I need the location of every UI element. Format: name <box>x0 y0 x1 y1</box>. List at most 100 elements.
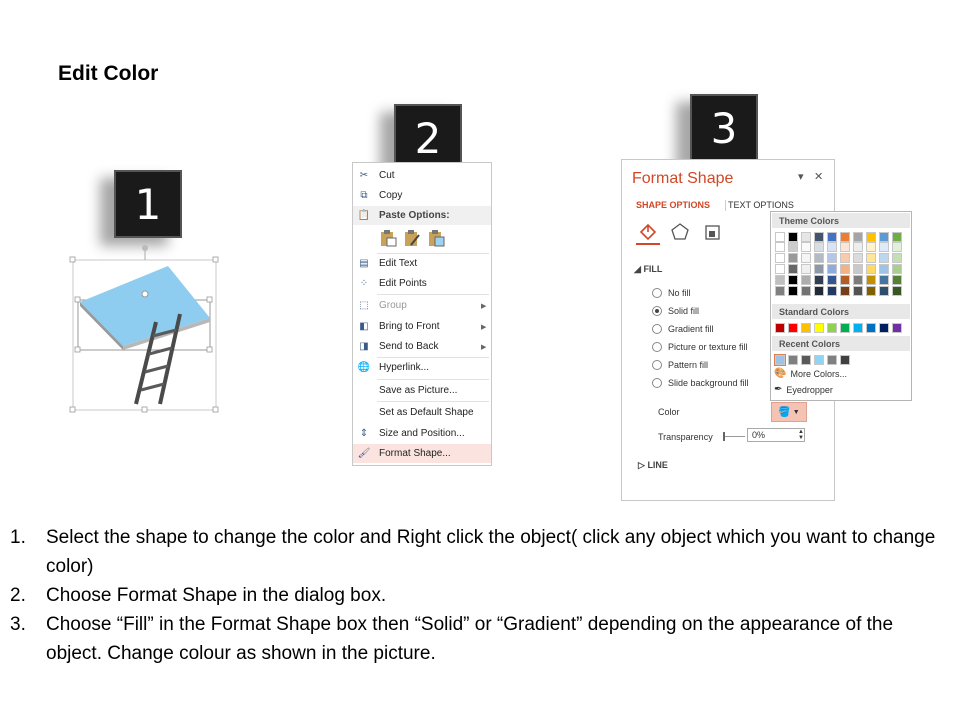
theme-color-swatch[interactable] <box>775 264 785 274</box>
line-section-header[interactable]: ▷ LINE <box>638 460 668 471</box>
theme-color-swatch[interactable] <box>788 264 798 274</box>
menu-item-cut[interactable]: ✂ Cut <box>353 166 491 185</box>
theme-color-swatch[interactable] <box>788 275 798 285</box>
theme-color-swatch[interactable] <box>775 286 785 296</box>
fill-section-header[interactable]: ◢ FILL <box>634 264 662 275</box>
theme-color-swatch[interactable] <box>775 253 785 263</box>
radio-pattern-fill[interactable]: Pattern fill <box>652 358 708 372</box>
recent-color-swatch[interactable] <box>840 355 850 365</box>
theme-color-swatch[interactable] <box>840 275 850 285</box>
theme-color-swatch[interactable] <box>879 275 889 285</box>
theme-color-swatch[interactable] <box>853 275 863 285</box>
theme-color-swatch[interactable] <box>892 242 902 252</box>
theme-color-swatch[interactable] <box>827 232 837 242</box>
theme-color-swatch[interactable] <box>788 242 798 252</box>
theme-color-swatch[interactable] <box>801 232 811 242</box>
theme-color-swatch[interactable] <box>840 232 850 242</box>
theme-color-swatch[interactable] <box>892 264 902 274</box>
fill-color-button[interactable]: 🪣 ▼ <box>771 402 807 422</box>
theme-color-swatch[interactable] <box>879 253 889 263</box>
theme-color-swatch[interactable] <box>866 286 876 296</box>
theme-color-swatch[interactable] <box>814 242 824 252</box>
standard-color-swatch[interactable] <box>827 323 837 333</box>
effects-pentagon-icon[interactable] <box>670 222 690 242</box>
theme-color-swatch[interactable] <box>853 286 863 296</box>
theme-color-swatch[interactable] <box>853 232 863 242</box>
theme-color-swatch[interactable] <box>866 232 876 242</box>
menu-item-hyperlink[interactable]: 🌐 Hyperlink... <box>353 358 491 377</box>
theme-color-swatch[interactable] <box>801 275 811 285</box>
theme-color-swatch[interactable] <box>827 264 837 274</box>
paste-destination-theme-icon[interactable] <box>403 229 421 247</box>
theme-color-swatch[interactable] <box>879 286 889 296</box>
eyedropper-item[interactable]: ✒ Eyedropper <box>774 384 833 395</box>
theme-color-swatch[interactable] <box>814 275 824 285</box>
recent-color-swatch[interactable] <box>774 354 786 366</box>
theme-color-swatch[interactable] <box>814 286 824 296</box>
theme-color-swatch[interactable] <box>814 264 824 274</box>
blue-shape[interactable] <box>80 266 210 346</box>
radio-picture-texture-fill[interactable]: Picture or texture fill <box>652 340 748 354</box>
tab-text-options[interactable]: TEXT OPTIONS <box>728 200 794 210</box>
theme-color-swatch[interactable] <box>840 264 850 274</box>
standard-color-swatch[interactable] <box>892 323 902 333</box>
transparency-slider-thumb[interactable] <box>723 432 725 441</box>
theme-color-swatch[interactable] <box>840 286 850 296</box>
more-colors-item[interactable]: 🎨 More Colors... <box>774 368 847 379</box>
theme-color-swatch[interactable] <box>827 275 837 285</box>
theme-color-swatch[interactable] <box>866 264 876 274</box>
recent-color-swatch[interactable] <box>788 355 798 365</box>
standard-color-swatch[interactable] <box>879 323 889 333</box>
theme-color-swatch[interactable] <box>814 253 824 263</box>
transparency-slider[interactable] <box>723 436 745 437</box>
theme-color-swatch[interactable] <box>866 253 876 263</box>
theme-color-swatch[interactable] <box>788 232 798 242</box>
standard-color-swatch[interactable] <box>814 323 824 333</box>
transparency-input[interactable]: 0% ▲ ▼ <box>747 428 805 442</box>
theme-color-swatch[interactable] <box>892 253 902 263</box>
theme-color-swatch[interactable] <box>801 253 811 263</box>
theme-color-swatch[interactable] <box>775 242 785 252</box>
theme-color-swatch[interactable] <box>840 242 850 252</box>
theme-color-swatch[interactable] <box>892 275 902 285</box>
menu-item-size-and-position[interactable]: ⇕ Size and Position... <box>353 424 491 443</box>
standard-color-swatch[interactable] <box>788 323 798 333</box>
theme-color-swatch[interactable] <box>892 232 902 242</box>
recent-color-swatch[interactable] <box>801 355 811 365</box>
standard-color-swatch[interactable] <box>775 323 785 333</box>
paste-keep-formatting-icon[interactable] <box>379 229 397 247</box>
standard-color-swatch[interactable] <box>853 323 863 333</box>
standard-color-swatch[interactable] <box>801 323 811 333</box>
menu-item-bring-to-front[interactable]: ◧ Bring to Front ▶ <box>353 317 491 336</box>
theme-color-swatch[interactable] <box>801 242 811 252</box>
standard-color-swatch[interactable] <box>866 323 876 333</box>
tab-shape-options[interactable]: SHAPE OPTIONS <box>636 200 710 210</box>
standard-color-swatch[interactable] <box>840 323 850 333</box>
menu-item-save-as-picture[interactable]: Save as Picture... <box>353 381 491 400</box>
theme-color-swatch[interactable] <box>775 232 785 242</box>
ladder-shape-illustration[interactable] <box>68 242 222 418</box>
theme-color-swatch[interactable] <box>814 232 824 242</box>
recent-color-swatch[interactable] <box>814 355 824 365</box>
radio-slide-background-fill[interactable]: Slide background fill <box>652 376 749 390</box>
theme-color-swatch[interactable] <box>853 242 863 252</box>
menu-item-copy[interactable]: ⧉ Copy <box>353 186 491 205</box>
theme-color-swatch[interactable] <box>801 264 811 274</box>
radio-solid-fill[interactable]: Solid fill <box>652 304 699 318</box>
theme-color-swatch[interactable] <box>775 275 785 285</box>
theme-color-swatch[interactable] <box>853 253 863 263</box>
menu-item-set-default-shape[interactable]: Set as Default Shape <box>353 403 491 422</box>
pane-options-dropdown-icon[interactable]: ▾ <box>798 170 804 183</box>
theme-color-swatch[interactable] <box>801 286 811 296</box>
recent-color-swatch[interactable] <box>827 355 837 365</box>
theme-color-swatch[interactable] <box>879 232 889 242</box>
menu-item-edit-text[interactable]: ▤ Edit Text <box>353 254 491 273</box>
theme-color-swatch[interactable] <box>827 242 837 252</box>
theme-color-swatch[interactable] <box>879 242 889 252</box>
theme-color-swatch[interactable] <box>866 275 876 285</box>
close-icon[interactable]: ✕ <box>814 170 823 183</box>
theme-color-swatch[interactable] <box>827 253 837 263</box>
radio-no-fill[interactable]: No fill <box>652 286 691 300</box>
fill-line-icon[interactable] <box>638 222 658 242</box>
theme-color-swatch[interactable] <box>892 286 902 296</box>
